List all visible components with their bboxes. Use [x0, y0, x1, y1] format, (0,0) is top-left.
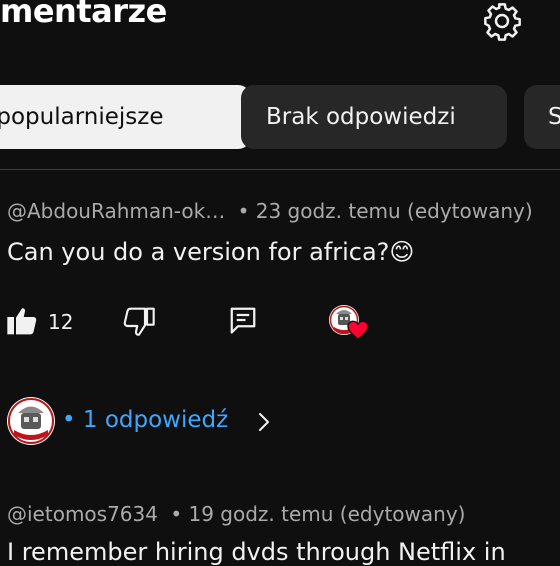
comment-meta: @AbdouRahman-ok… • 23 godz. temu (edytow…: [7, 199, 533, 223]
comment-reply-icon[interactable]: [228, 305, 258, 335]
filter-chip-unanswered[interactable]: Brak odpowiedzi: [241, 85, 507, 149]
divider: [0, 169, 560, 170]
creator-heart: [327, 303, 371, 341]
filter-chip-label: jpopularniejsze: [0, 104, 164, 130]
comment-meta: @ietomos7634 • 19 godz. temu (edytowany): [7, 502, 465, 526]
comment-author[interactable]: @ietomos7634: [7, 502, 158, 526]
gear-icon[interactable]: [482, 1, 522, 41]
thumb-up-icon[interactable]: [6, 306, 38, 336]
filter-chip-label: S: [548, 104, 560, 130]
comment-author[interactable]: @AbdouRahman-ok…: [7, 199, 225, 223]
comment-text: I remember hiring dvds through Netflix i…: [7, 538, 506, 566]
comment-text: Can you do a version for africa?😊: [7, 238, 415, 266]
like-count: 12: [48, 310, 74, 334]
thumb-down-icon[interactable]: [123, 307, 155, 337]
comment-time: • 19 godz. temu (edytowany): [170, 502, 466, 526]
page-title: mentarze: [0, 0, 167, 30]
replies-label: • 1 odpowiedź: [62, 407, 229, 433]
chevron-right-icon[interactable]: [256, 411, 272, 433]
filter-chip-label: Brak odpowiedzi: [266, 104, 456, 130]
replier-avatar[interactable]: [6, 396, 56, 450]
filter-chip-partial[interactable]: S: [524, 85, 560, 149]
creator-heart-icon: [347, 320, 369, 340]
comment-time: • 23 godz. temu (edytowany): [237, 199, 533, 223]
view-replies-button[interactable]: • 1 odpowiedź: [62, 407, 228, 433]
filter-chip-top[interactable]: jpopularniejsze: [0, 85, 251, 149]
